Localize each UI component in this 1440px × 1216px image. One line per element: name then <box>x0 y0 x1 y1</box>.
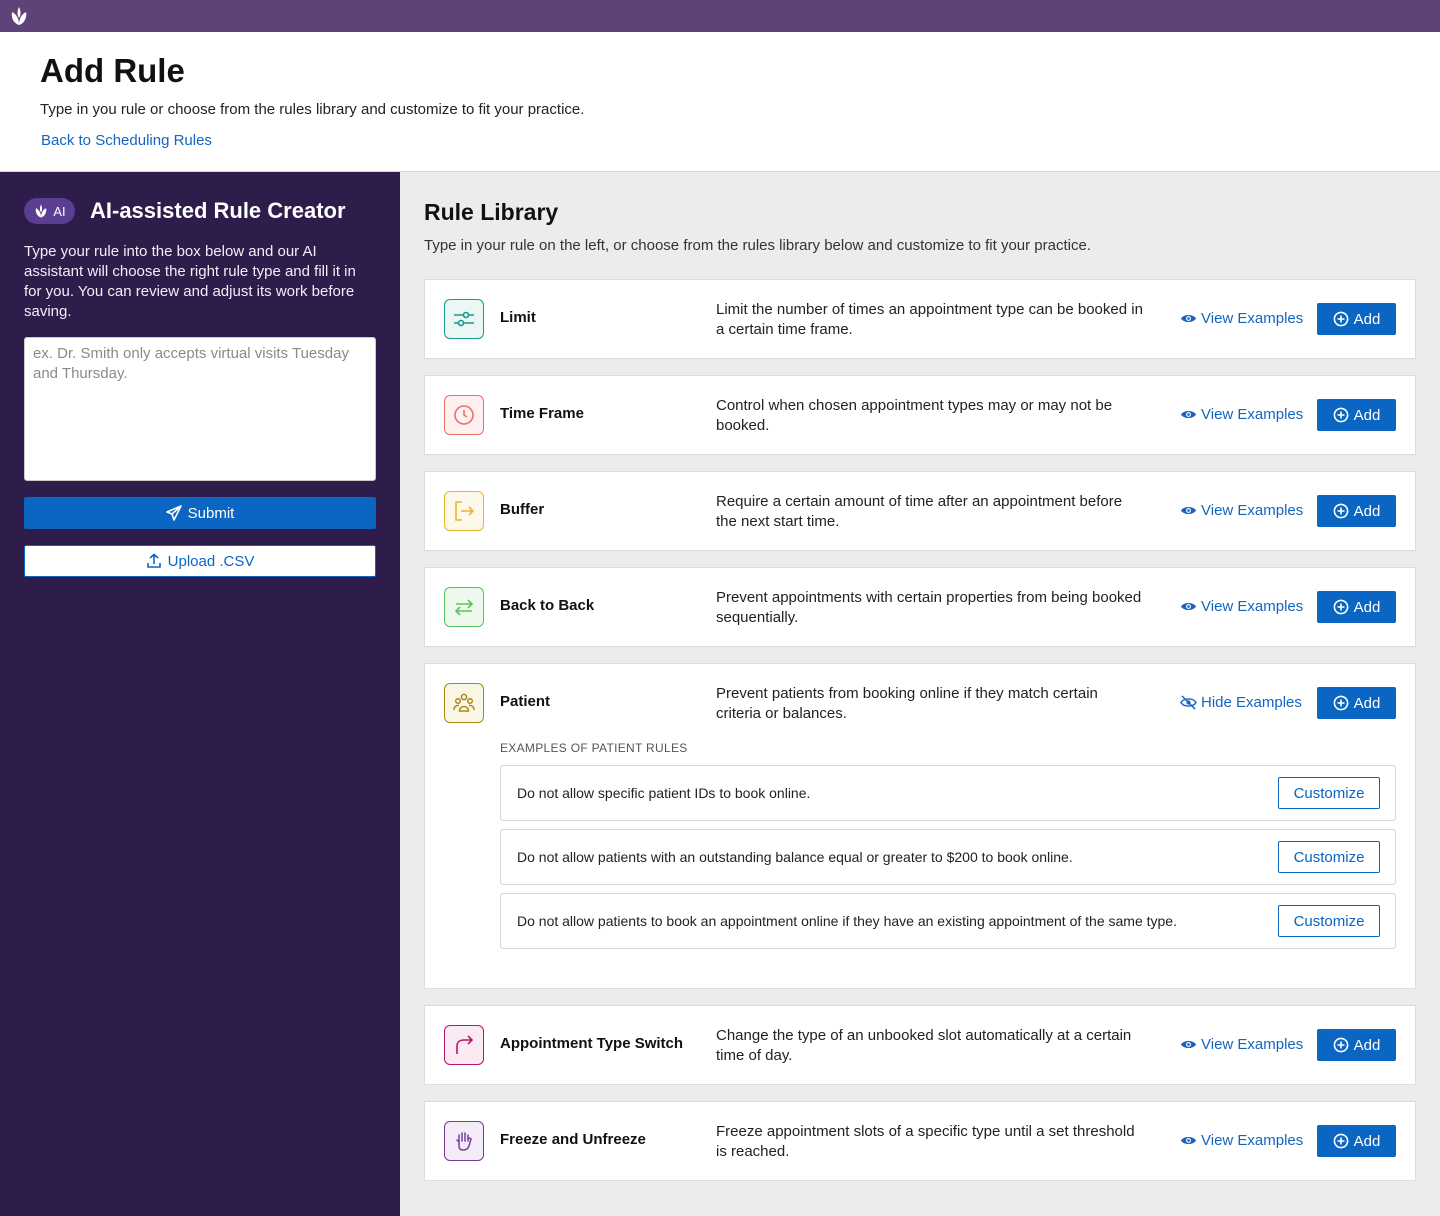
rule-library-subtitle: Type in your rule on the left, or choose… <box>424 237 1091 254</box>
page-title: Add Rule <box>40 52 185 89</box>
rule-card-limit: Limit Limit the number of times an appoi… <box>424 279 1416 359</box>
rule-name: Freeze and Unfreeze <box>500 1131 646 1148</box>
view-examples-link[interactable]: View Examples <box>1180 502 1303 519</box>
sliders-icon <box>444 299 484 339</box>
people-icon <box>444 683 484 723</box>
examples-section-label: EXAMPLES OF PATIENT RULES <box>500 741 688 755</box>
hide-examples-link[interactable]: Hide Examples <box>1180 694 1302 711</box>
brand-leaf-icon <box>36 204 47 218</box>
example-rule-row: Do not allow specific patient IDs to boo… <box>500 765 1396 821</box>
plus-circle-icon <box>1333 407 1349 423</box>
rule-description: Change the type of an unbooked slot auto… <box>716 1027 1132 1064</box>
submit-button-label: Submit <box>187 504 235 522</box>
view-examples-link[interactable]: View Examples <box>1180 406 1303 423</box>
rule-name: Buffer <box>500 501 545 518</box>
rule-name: Time Frame <box>500 405 584 422</box>
add-rule-button[interactable]: Add <box>1317 303 1396 335</box>
plus-circle-icon <box>1333 599 1349 615</box>
rule-library-panel: Rule Library Type in your rule on the le… <box>400 172 1440 1216</box>
example-rule-text: Do not allow patients with an outstandin… <box>517 849 1073 865</box>
eye-icon <box>1180 410 1197 419</box>
rule-description: Limit the number of times an appointment… <box>716 301 1143 338</box>
add-rule-button[interactable]: Add <box>1317 1125 1396 1157</box>
rule-description: Require a certain amount of time after a… <box>716 493 1123 530</box>
upload-icon <box>146 553 161 568</box>
top-bar <box>0 0 1440 32</box>
exit-arrow-icon <box>444 491 484 531</box>
ai-rule-creator-title: AI-assisted Rule Creator <box>90 198 346 223</box>
eye-icon <box>1180 506 1197 515</box>
eye-slash-icon <box>1180 695 1197 710</box>
example-rule-row: Do not allow patients with an outstandin… <box>500 829 1396 885</box>
rule-name: Patient <box>500 693 551 710</box>
add-rule-button[interactable]: Add <box>1317 399 1396 431</box>
rule-library-title: Rule Library <box>424 199 559 225</box>
customize-button[interactable]: Customize <box>1278 777 1380 809</box>
brand-leaf-logo-icon[interactable] <box>8 5 30 27</box>
eye-icon <box>1180 602 1197 611</box>
rule-card-back-to-back: Back to Back Prevent appointments with c… <box>424 567 1416 647</box>
add-rule-button[interactable]: Add <box>1317 495 1396 527</box>
view-examples-link[interactable]: View Examples <box>1180 1132 1303 1149</box>
hand-icon <box>444 1121 484 1161</box>
page-subtitle: Type in you rule or choose from the rule… <box>40 101 585 118</box>
rule-name: Back to Back <box>500 597 595 614</box>
rule-card-patient: Patient Prevent patients from booking on… <box>424 663 1416 989</box>
rule-card-freeze-and-unfreeze: Freeze and Unfreeze Freeze appointment s… <box>424 1101 1416 1181</box>
view-examples-link[interactable]: View Examples <box>1180 310 1303 327</box>
ai-badge-label: AI <box>53 203 66 219</box>
upload-csv-button[interactable]: Upload .CSV <box>24 545 376 577</box>
view-examples-link[interactable]: View Examples <box>1180 1036 1303 1053</box>
rule-description: Prevent patients from booking online if … <box>716 685 1098 722</box>
rule-name: Appointment Type Switch <box>500 1035 684 1052</box>
ai-rule-creator-panel: AI AI-assisted Rule Creator Type your ru… <box>0 172 400 1216</box>
example-rule-text: Do not allow specific patient IDs to boo… <box>517 785 811 801</box>
upload-csv-label: Upload .CSV <box>167 552 255 570</box>
back-to-scheduling-rules-link[interactable]: Back to Scheduling Rules <box>41 132 212 149</box>
rule-card-appointment-type-switch: Appointment Type Switch Change the type … <box>424 1005 1416 1085</box>
plus-circle-icon <box>1333 311 1349 327</box>
submit-button[interactable]: Submit <box>24 497 376 529</box>
eye-icon <box>1180 314 1197 323</box>
plus-circle-icon <box>1333 503 1349 519</box>
ai-badge: AI <box>24 198 75 224</box>
example-rule-text: Do not allow patients to book an appoint… <box>517 913 1177 929</box>
rule-description: Prevent appointments with certain proper… <box>716 589 1142 626</box>
rule-description: Freeze appointment slots of a specific t… <box>716 1123 1135 1160</box>
eye-icon <box>1180 1040 1197 1049</box>
page-header: Add Rule Type in you rule or choose from… <box>0 32 1440 172</box>
view-examples-link[interactable]: View Examples <box>1180 598 1303 615</box>
rule-text-input[interactable] <box>24 337 376 481</box>
add-rule-button[interactable]: Add <box>1317 687 1396 719</box>
eye-icon <box>1180 1136 1197 1145</box>
send-icon <box>165 505 182 521</box>
clock-icon <box>444 395 484 435</box>
plus-circle-icon <box>1333 1037 1349 1053</box>
add-rule-button[interactable]: Add <box>1317 1029 1396 1061</box>
customize-button[interactable]: Customize <box>1278 905 1380 937</box>
add-rule-button[interactable]: Add <box>1317 591 1396 623</box>
example-rule-row: Do not allow patients to book an appoint… <box>500 893 1396 949</box>
rule-card-buffer: Buffer Require a certain amount of time … <box>424 471 1416 551</box>
rule-name: Limit <box>500 309 536 326</box>
swap-arrows-icon <box>444 587 484 627</box>
customize-button[interactable]: Customize <box>1278 841 1380 873</box>
redirect-arrow-icon <box>444 1025 484 1065</box>
ai-rule-creator-description: Type your rule into the box below and ou… <box>24 243 356 320</box>
plus-circle-icon <box>1333 695 1349 711</box>
rule-card-time-frame: Time Frame Control when chosen appointme… <box>424 375 1416 455</box>
rule-description: Control when chosen appointment types ma… <box>716 397 1113 434</box>
plus-circle-icon <box>1333 1133 1349 1149</box>
